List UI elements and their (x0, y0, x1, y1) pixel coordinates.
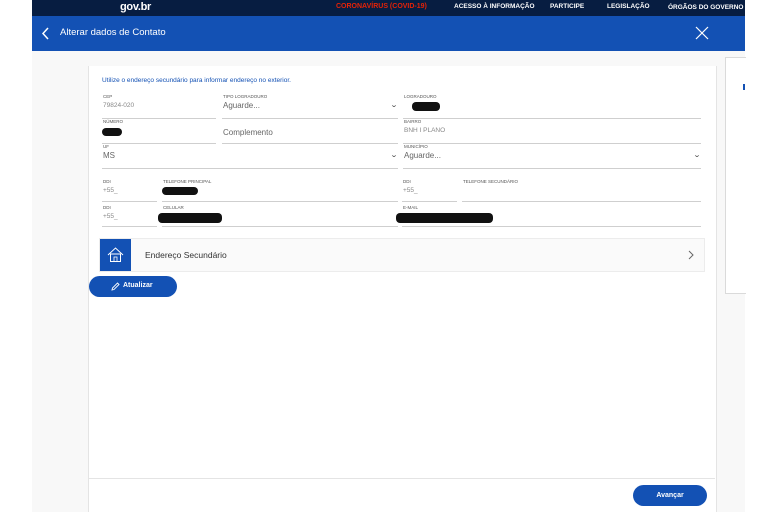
ddi-secundario-field[interactable]: DDI +55_ (402, 179, 457, 202)
ddi-principal-field[interactable]: DDI +55_ (102, 179, 157, 202)
bairro-label: BAIRRO (404, 119, 422, 124)
cep-label: CEP (103, 94, 113, 99)
ddi-label: DDI (103, 205, 111, 210)
top-bar: gov.br CORONAVÍRUS (COVID-19) ACESSO À I… (32, 0, 752, 16)
celular-field[interactable]: CELULAR (158, 205, 398, 227)
nav-acesso-informacao[interactable]: ACESSO À INFORMAÇÃO (454, 3, 535, 10)
telefone-secundario-label: TELEFONE SECUNDÁRIO (463, 179, 519, 184)
nav-orgaos-governo[interactable]: ÓRGÃOS DO GOVERNO ⌄ (668, 3, 752, 11)
update-button[interactable]: Atualizar (89, 276, 177, 297)
telefone-principal-label: TELEFONE PRINCIPAL (163, 179, 212, 184)
ddi-value: +55_ (103, 213, 118, 220)
bairro-field[interactable]: BAIRRO BNH I PLANO (403, 119, 701, 144)
chevron-down-icon: ⌄ (692, 152, 702, 159)
close-icon[interactable] (695, 26, 709, 40)
numero-field[interactable]: NÚMERO (102, 119, 216, 144)
chevron-right-icon (688, 250, 694, 260)
side-panel-marker (743, 84, 745, 90)
ddi-label: DDI (103, 179, 111, 184)
back-arrow-icon[interactable] (41, 27, 50, 40)
redacted-value (102, 128, 122, 136)
chevron-down-icon: ⌄ (389, 152, 399, 159)
municipio-label: MUNICÍPIO (404, 144, 428, 149)
redacted-value (158, 213, 222, 223)
info-text: Utilize o endereço secundário para infor… (102, 77, 291, 84)
uf-label: UF (103, 144, 109, 149)
bairro-value: BNH I PLANO (404, 127, 446, 134)
uf-select[interactable]: UF MS ⌄ (102, 144, 398, 169)
municipio-select[interactable]: MUNICÍPIO Aguarde... ⌄ (403, 144, 701, 169)
complemento-placeholder: Complemento (223, 128, 273, 137)
tipo-logradouro-value: Aguarde... (223, 101, 260, 110)
ddi-value: +55_ (403, 187, 418, 194)
complemento-field[interactable]: Complemento (222, 119, 398, 144)
logradouro-field[interactable]: LOGRADOURO (403, 94, 701, 119)
side-panel (725, 57, 746, 294)
redacted-value (162, 187, 198, 195)
home-icon (107, 247, 124, 262)
nav-legislacao[interactable]: LEGISLAÇÃO (607, 3, 650, 10)
page-header: Alterar dados de Contato (32, 16, 745, 51)
municipio-value: Aguarde... (404, 151, 441, 160)
uf-value: MS (103, 151, 115, 160)
chevron-down-icon: ⌄ (389, 102, 399, 109)
ddi-celular-field[interactable]: DDI +55_ (102, 205, 157, 227)
cep-field[interactable]: CEP 79824-020 (102, 94, 216, 119)
nav-participe[interactable]: PARTICIPE (550, 3, 584, 10)
telefone-principal-field[interactable]: TELEFONE PRINCIPAL (162, 179, 398, 202)
tipo-logradouro-select[interactable]: TIPO LOGRADOURO Aguarde... ⌄ (222, 94, 398, 119)
redacted-value (396, 213, 493, 223)
govbr-logo[interactable]: gov.br (120, 1, 151, 13)
update-button-label: Atualizar (123, 282, 153, 289)
chevron-down-icon: ⌄ (746, 4, 753, 11)
next-button[interactable]: Avançar (633, 485, 707, 506)
email-field[interactable]: E-MAIL (396, 205, 701, 227)
nav-orgaos-label: ÓRGÃOS DO GOVERNO (668, 4, 744, 11)
form-footer (89, 478, 715, 513)
numero-label: NÚMERO (103, 119, 123, 124)
celular-label: CELULAR (163, 205, 184, 210)
secondary-address-item[interactable]: Endereço Secundário (99, 238, 705, 272)
email-label: E-MAIL (403, 205, 419, 210)
ddi-value: +55_ (103, 187, 118, 194)
logradouro-label: LOGRADOURO (404, 94, 437, 99)
tipo-logradouro-label: TIPO LOGRADOURO (223, 94, 268, 99)
pencil-icon (111, 282, 120, 291)
page-title: Alterar dados de Contato (60, 27, 166, 38)
telefone-secundario-field[interactable]: TELEFONE SECUNDÁRIO (462, 179, 701, 202)
home-icon-box (100, 239, 131, 271)
ddi-label: DDI (403, 179, 411, 184)
nav-covid[interactable]: CORONAVÍRUS (COVID-19) (336, 3, 427, 10)
secondary-address-label: Endereço Secundário (145, 250, 227, 260)
cep-value: 79824-020 (103, 102, 135, 109)
redacted-value (412, 102, 440, 111)
